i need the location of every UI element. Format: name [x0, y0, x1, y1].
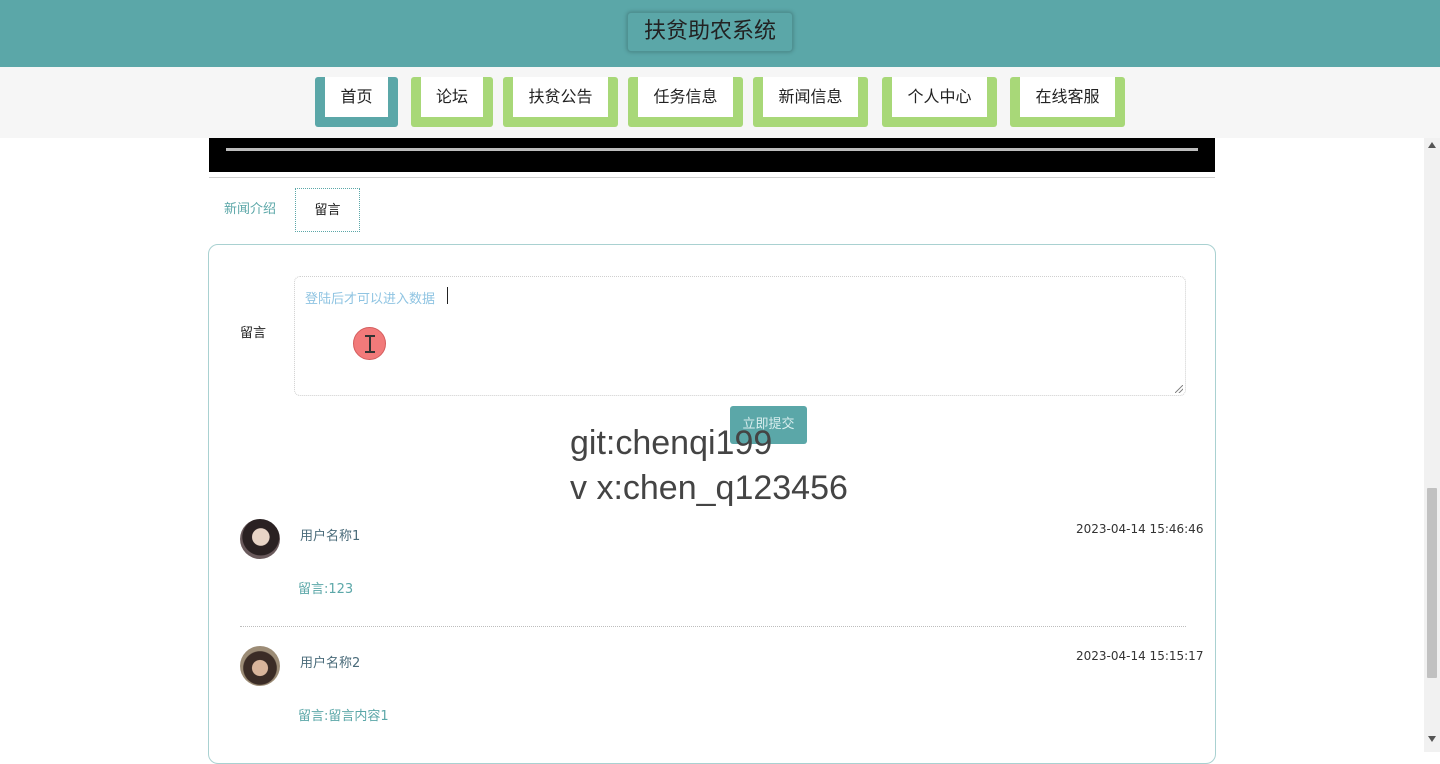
nav-item-tasks[interactable]: 任务信息 — [628, 77, 743, 127]
nav-item-profile[interactable]: 个人中心 — [882, 77, 997, 127]
comment-user-name: 用户名称2 — [300, 656, 361, 671]
comment-text: 留言:留言内容1 — [298, 709, 389, 724]
nav-label-forum: 论坛 — [421, 77, 483, 117]
video-player[interactable] — [209, 138, 1215, 172]
tab-news-intro[interactable]: 新闻介绍 — [214, 188, 286, 232]
divider — [209, 177, 1215, 178]
nav-label-home: 首页 — [325, 77, 388, 117]
nav-label-news: 新闻信息 — [763, 77, 858, 117]
avatar — [240, 519, 280, 559]
nav-label-profile: 个人中心 — [892, 77, 987, 117]
watermark-line-1: git:chenqi199 — [570, 424, 773, 462]
avatar — [240, 646, 280, 686]
text-caret — [447, 287, 448, 304]
top-header-bar: 扶贫助农系统 — [0, 0, 1440, 67]
nav-item-announcements[interactable]: 扶贫公告 — [503, 77, 618, 127]
text-cursor-icon — [353, 327, 386, 360]
comment-timestamp: 2023-04-14 15:46:46 — [1076, 522, 1204, 536]
main-navigation: 首页 论坛 扶贫公告 任务信息 新闻信息 个人中心 在线客服 — [0, 67, 1440, 138]
site-title: 扶贫助农系统 — [627, 12, 793, 52]
comment-text: 留言:123 — [298, 582, 354, 597]
resize-grip-icon[interactable] — [1175, 385, 1183, 393]
nav-label-announcements: 扶贫公告 — [513, 77, 608, 117]
nav-label-tasks: 任务信息 — [638, 77, 733, 117]
comment-placeholder: 登陆后才可以进入数据 — [305, 292, 436, 307]
comment-separator — [240, 626, 1186, 627]
nav-label-support: 在线客服 — [1020, 77, 1115, 117]
scrollbar-thumb[interactable] — [1427, 488, 1437, 678]
scroll-up-icon[interactable] — [1428, 142, 1436, 148]
video-progress-bar[interactable] — [226, 148, 1198, 151]
comment-field-label: 留言 — [240, 326, 267, 341]
comment-user-name: 用户名称1 — [300, 529, 361, 544]
tab-comment[interactable]: 留言 — [295, 188, 360, 232]
comment-timestamp: 2023-04-14 15:15:17 — [1076, 649, 1204, 663]
comment-textarea[interactable]: 登陆后才可以进入数据 — [294, 276, 1186, 396]
page-scrollbar[interactable] — [1424, 138, 1440, 752]
nav-item-support[interactable]: 在线客服 — [1010, 77, 1125, 127]
nav-item-forum[interactable]: 论坛 — [411, 77, 493, 127]
nav-item-news[interactable]: 新闻信息 — [753, 77, 868, 127]
scroll-down-icon[interactable] — [1428, 736, 1436, 742]
watermark-line-2: v x:chen_q123456 — [570, 469, 848, 507]
nav-item-home[interactable]: 首页 — [315, 77, 398, 127]
